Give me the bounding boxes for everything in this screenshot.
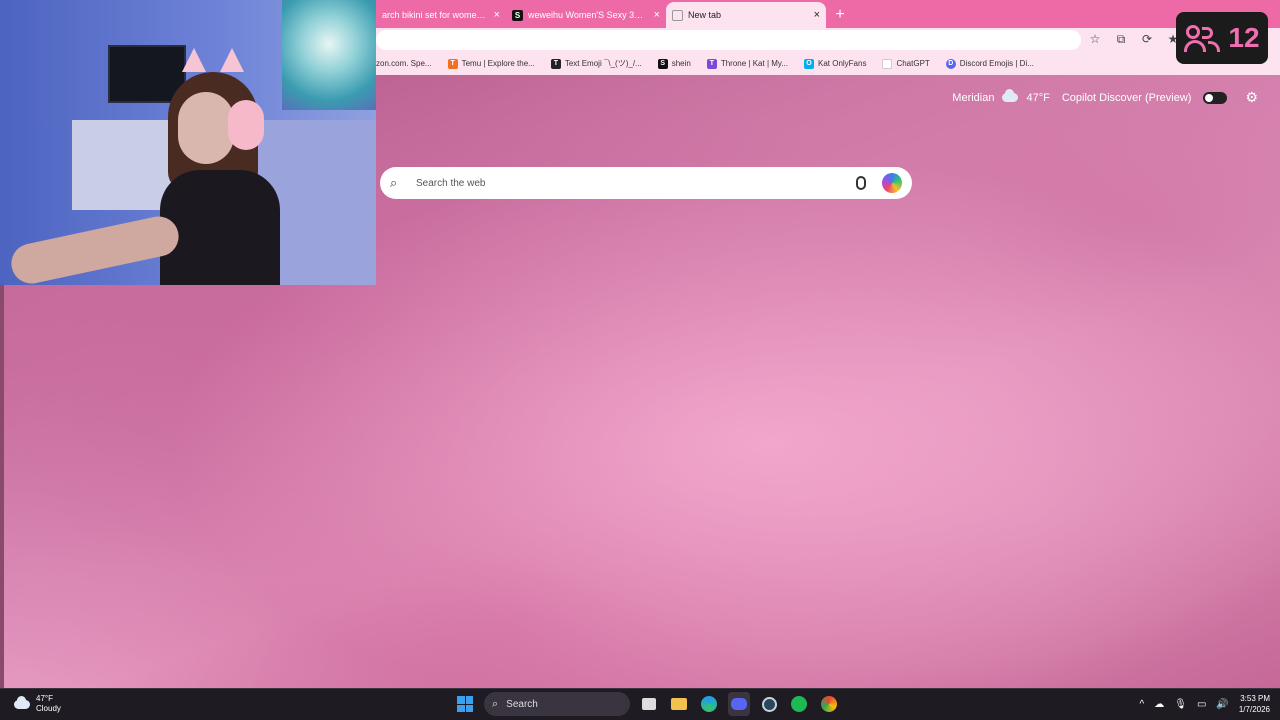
bookmark-label: Kat OnlyFans <box>817 59 867 68</box>
viewer-count-overlay: 12 <box>1176 12 1268 64</box>
search-input[interactable] <box>416 177 856 189</box>
bookmark-label: Throne | Kat | My... <box>720 59 788 68</box>
tab-shein-search[interactable]: arch bikini set for women | SHEIN + × <box>376 2 506 28</box>
bookmark-label: ChatGPT <box>896 59 930 68</box>
chrome-icon <box>821 696 837 712</box>
bookmark-temu[interactable]: T Temu | Explore the... <box>447 58 535 69</box>
favorite-star-icon[interactable]: ☆ <box>1088 32 1102 47</box>
clock[interactable]: 3:53 PM 1/7/2026 <box>1239 693 1270 715</box>
onlyfans-icon: O <box>803 58 814 69</box>
taskbar-weather-widget[interactable]: 47°F Cloudy <box>14 694 61 714</box>
cat-ear-left <box>182 48 206 72</box>
cloud-icon <box>14 695 30 709</box>
task-view-button[interactable] <box>638 692 660 716</box>
bookmark-label: Text Emoji ¯\_(ツ)_/... <box>564 59 642 68</box>
tab-title: arch bikini set for women | SHEIN <box>382 10 488 20</box>
text-emoji-icon: T <box>550 58 561 69</box>
webcam-dresser <box>72 120 172 210</box>
edge-button[interactable] <box>698 692 720 716</box>
webcam-overlay <box>0 0 376 285</box>
network-icon[interactable]: ▭ <box>1197 699 1206 710</box>
taskbar-apps: ⌕ Search <box>454 692 840 716</box>
bookmark-discord-emojis[interactable]: D Discord Emojis | Di... <box>945 58 1034 69</box>
discord-emojis-icon: D <box>945 58 956 69</box>
throne-icon: T <box>706 58 717 69</box>
new-tab-favicon-icon <box>672 9 683 21</box>
system-tray: ^ ☁ 🎙 ▭ 🔊 3:53 PM 1/7/2026 <box>1140 693 1270 715</box>
cat-ear-right <box>220 48 244 72</box>
file-explorer-button[interactable] <box>668 692 690 716</box>
bookmark-text-emoji[interactable]: T Text Emoji ¯\_(ツ)_/... <box>550 58 642 69</box>
folder-icon <box>671 698 687 710</box>
tab-title: New tab <box>688 10 722 20</box>
discord-button[interactable] <box>728 692 750 716</box>
webcam-tapestry <box>282 0 376 110</box>
url-input[interactable] <box>376 30 1081 50</box>
weather-location[interactable]: Meridian <box>952 92 994 104</box>
webcam-streamer-face <box>178 92 234 164</box>
shein-favicon-icon: S <box>512 9 523 21</box>
taskbar-weather-desc: Cloudy <box>36 704 61 713</box>
bookmark-label: Discord Emojis | Di... <box>959 59 1034 68</box>
taskbar: 47°F Cloudy ⌕ Search ^ ☁ 🎙 ▭ 🔊 3:53 PM 1… <box>0 688 1280 720</box>
tab-title: weweihu Women'S Sexy 3pcs Set <box>528 10 648 20</box>
viewer-count: 12 <box>1228 22 1260 53</box>
microphone-icon[interactable] <box>856 176 866 190</box>
bookmark-amazon[interactable]: zon.com. Spe... <box>376 59 432 68</box>
cloud-icon <box>1002 89 1019 102</box>
bookmark-label: zon.com. Spe... <box>376 59 432 68</box>
spotify-icon <box>791 696 807 712</box>
windows-logo-icon <box>457 696 473 712</box>
volume-icon[interactable]: 🔊 <box>1216 699 1228 710</box>
taskbar-search-label: Search <box>506 698 538 710</box>
discord-icon <box>731 698 747 710</box>
chatgpt-icon <box>882 58 893 69</box>
task-view-icon <box>642 698 656 710</box>
chevron-up-icon[interactable]: ^ <box>1140 699 1145 710</box>
spotify-button[interactable] <box>788 692 810 716</box>
taskbar-weather-temp: 47°F <box>36 694 53 703</box>
settings-gear-icon[interactable]: ⚙ <box>1245 89 1258 106</box>
bookmark-chatgpt[interactable]: ChatGPT <box>882 58 930 69</box>
clock-time: 3:53 PM <box>1240 694 1270 703</box>
address-bar-actions: ☆ ⧉ ⟳ ★ <box>1088 32 1180 47</box>
microphone-icon[interactable]: 🎙 <box>1174 699 1187 710</box>
close-icon[interactable]: × <box>654 9 660 21</box>
webcam-streamer-body <box>160 170 280 285</box>
taskbar-search[interactable]: ⌕ Search <box>484 692 630 716</box>
bookmark-label: shein <box>671 59 691 68</box>
copilot-discover-label: Copilot Discover (Preview) <box>1061 91 1192 104</box>
search-icon: ⌕ <box>390 175 398 190</box>
onedrive-icon[interactable]: ☁ <box>1154 699 1164 710</box>
bookmark-shein[interactable]: S shein <box>657 58 691 69</box>
start-button[interactable] <box>454 692 476 716</box>
new-tab-button[interactable]: + <box>826 2 854 28</box>
bookmark-onlyfans[interactable]: O Kat OnlyFans <box>803 58 867 69</box>
copilot-icon[interactable] <box>882 173 902 193</box>
clock-date: 1/7/2026 <box>1238 705 1270 714</box>
search-icon: ⌕ <box>492 697 499 710</box>
web-search-box[interactable]: ⌕ <box>380 167 912 199</box>
viewers-icon <box>1184 23 1221 53</box>
shein-icon: S <box>657 58 668 69</box>
split-screen-icon[interactable]: ⟳ <box>1140 32 1154 47</box>
bookmark-throne[interactable]: T Throne | Kat | My... <box>706 58 788 69</box>
temu-icon: T <box>447 58 458 69</box>
tab-weweihu[interactable]: S weweihu Women'S Sexy 3pcs Set × <box>506 2 666 28</box>
bookmark-label: Temu | Explore the... <box>461 59 535 68</box>
weather-temperature[interactable]: 47°F <box>1026 92 1049 104</box>
steam-icon <box>761 696 777 712</box>
ntp-header: Meridian 47°F Copilot Discover (Preview)… <box>952 89 1258 106</box>
edge-icon <box>701 696 717 712</box>
webcam-headphones <box>228 100 264 150</box>
extensions-icon[interactable]: ⧉ <box>1114 32 1128 47</box>
steam-button[interactable] <box>758 692 780 716</box>
close-icon[interactable]: × <box>814 9 820 21</box>
copilot-discover-toggle[interactable] <box>1203 91 1228 104</box>
chrome-button[interactable] <box>818 692 840 716</box>
close-icon[interactable]: × <box>494 9 500 21</box>
tab-new-tab[interactable]: New tab × <box>666 2 826 28</box>
